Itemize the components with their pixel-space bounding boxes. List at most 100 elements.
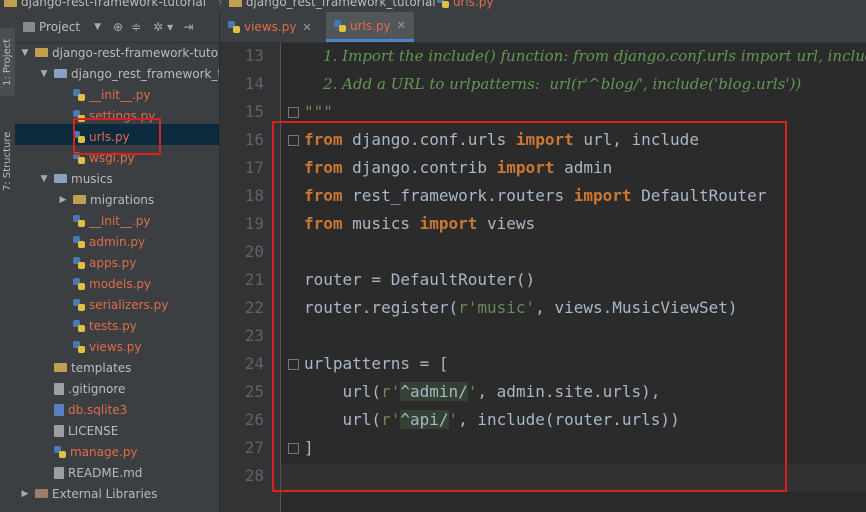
- tree-item[interactable]: db.sqlite3: [38, 399, 127, 420]
- python-file-icon: [73, 298, 85, 311]
- fold-marker-icon[interactable]: [288, 107, 299, 118]
- breadcrumb-file-label: urls.py: [452, 0, 494, 9]
- structure-tool-window-label: 7: Structure: [2, 131, 13, 191]
- close-icon[interactable]: ✕: [397, 19, 406, 32]
- text-file-icon: [54, 424, 64, 437]
- tree-item[interactable]: ▼ musics: [38, 168, 113, 189]
- dropdown-icon: ▼: [94, 22, 101, 32]
- expand-arrow-icon: ▼: [40, 173, 48, 184]
- line-number: 24: [244, 354, 264, 373]
- close-icon[interactable]: ✕: [302, 21, 311, 34]
- tree-item-label: External Libraries: [52, 486, 158, 501]
- folder-icon: [54, 174, 67, 183]
- tree-item-label: django_rest_framework_tut: [71, 66, 220, 81]
- tree-item[interactable]: LICENSE: [38, 420, 118, 441]
- project-tool-window-label: 1: Project: [2, 38, 13, 86]
- tree-item[interactable]: __init__.py: [57, 210, 151, 231]
- settings-dropdown-icon[interactable]: ▼: [167, 23, 173, 32]
- settings-icon[interactable]: ✲: [153, 20, 163, 34]
- tree-item[interactable]: admin.py: [57, 231, 145, 252]
- tree-item-label: tests.py: [89, 318, 137, 333]
- python-file-icon: [73, 340, 85, 353]
- tree-item-label: LICENSE: [68, 423, 119, 438]
- python-file-icon: [73, 214, 85, 227]
- tab-project-tool-window[interactable]: 1: Project: [0, 28, 15, 96]
- line-number: 21: [244, 270, 264, 289]
- expand-arrow-icon: ▼: [21, 47, 29, 58]
- tree-item[interactable]: ▼ django-rest-framework-tutor: [19, 42, 220, 63]
- tree-item[interactable]: tests.py: [57, 315, 137, 336]
- tree-item[interactable]: models.py: [57, 273, 151, 294]
- hide-icon[interactable]: ⇥: [183, 20, 193, 34]
- project-view-selector[interactable]: Project ▼: [23, 20, 101, 34]
- tree-item-label: django-rest-framework-tutor: [52, 45, 220, 60]
- code-token: 2. Add a URL to urlpatterns: url(r'^blog…: [304, 75, 802, 93]
- tree-item[interactable]: templates: [38, 357, 131, 378]
- breadcrumb-item-project[interactable]: django-rest-framework-tutorial: [4, 0, 206, 9]
- tree-item[interactable]: ▶ External Libraries: [19, 483, 158, 504]
- line-number: 13: [244, 46, 264, 65]
- tree-item-label: views.py: [89, 339, 142, 354]
- tree-item-label: migrations: [90, 192, 155, 207]
- breadcrumb-separator: ›: [218, 0, 223, 9]
- collapse-icon[interactable]: ≑: [131, 20, 141, 34]
- breadcrumb-item-file[interactable]: › urls.py: [420, 0, 493, 9]
- line-number: 25: [244, 382, 264, 401]
- folder-icon: [35, 48, 48, 57]
- expand-arrow-icon: ▼: [40, 68, 48, 79]
- folder-icon: [54, 363, 67, 372]
- locate-icon[interactable]: ⊕: [113, 20, 123, 34]
- tree-item-label: .gitignore: [68, 381, 126, 396]
- tree-item[interactable]: serializers.py: [57, 294, 168, 315]
- code-line[interactable]: 2. Add a URL to urlpatterns: url(r'^blog…: [304, 70, 801, 98]
- line-number: 19: [244, 214, 264, 233]
- text-file-icon: [54, 382, 64, 395]
- folder-icon: [54, 69, 67, 78]
- tab-structure-tool-window[interactable]: 7: Structure: [0, 122, 15, 200]
- code-token: """: [304, 102, 333, 121]
- python-file-icon: [73, 319, 85, 332]
- code-line[interactable]: 1. Import the include() function: from d…: [304, 42, 866, 70]
- tree-item[interactable]: __init__.py: [57, 84, 151, 105]
- line-number: 20: [244, 242, 264, 261]
- folder-icon: [228, 0, 242, 7]
- tree-item[interactable]: ▶ migrations: [57, 189, 155, 210]
- tree-item-label: musics: [71, 171, 113, 186]
- project-view-label: Project: [39, 20, 81, 34]
- tree-item-label: README.md: [68, 465, 143, 480]
- tree-item-label: __init__.py: [89, 87, 151, 102]
- tree-item-label: manage.py: [70, 444, 138, 459]
- editor-tab-bar: views.py ✕ urls.py ✕: [220, 12, 866, 43]
- project-panel: Project ▼ ⊕ ≑ ✲ ▼ ⇥ ▼ django-rest-framewo…: [15, 12, 220, 512]
- tree-item[interactable]: ▼ django_rest_framework_tut: [38, 63, 220, 84]
- python-file-icon: [73, 88, 85, 101]
- tree-item-label: serializers.py: [89, 297, 169, 312]
- tree-item[interactable]: views.py: [57, 336, 141, 357]
- code-token: 1. Import the include() function: from d…: [304, 47, 866, 65]
- tree-item-label: apps.py: [89, 255, 137, 270]
- line-number: 16: [244, 130, 264, 149]
- tree-item[interactable]: .gitignore: [38, 378, 125, 399]
- line-number: 15: [244, 102, 264, 121]
- libraries-icon: [35, 489, 48, 498]
- collapse-arrow-icon: ▶: [59, 194, 67, 205]
- tree-item-label: __init__.py: [89, 213, 151, 228]
- tree-item[interactable]: apps.py: [57, 252, 136, 273]
- line-number: 28: [244, 466, 264, 485]
- tab-views-py[interactable]: views.py ✕: [220, 12, 320, 42]
- database-icon: [54, 403, 64, 416]
- python-file-icon: [73, 277, 85, 290]
- folder-icon: [73, 195, 86, 204]
- tree-item[interactable]: manage.py: [38, 441, 138, 462]
- annotation-box-urls-file: [73, 118, 161, 155]
- python-file-icon: [54, 445, 66, 458]
- line-number: 26: [244, 410, 264, 429]
- python-file-icon: [334, 19, 346, 32]
- breadcrumb-item-package[interactable]: › django_rest_framework_tutorial: [212, 0, 436, 9]
- folder-icon: [4, 0, 17, 7]
- line-number: 17: [244, 158, 264, 177]
- tab-urls-py[interactable]: urls.py ✕: [326, 12, 414, 42]
- tree-item[interactable]: README.md: [38, 462, 142, 483]
- python-file-icon: [228, 21, 240, 33]
- annotation-box-code: [272, 121, 787, 492]
